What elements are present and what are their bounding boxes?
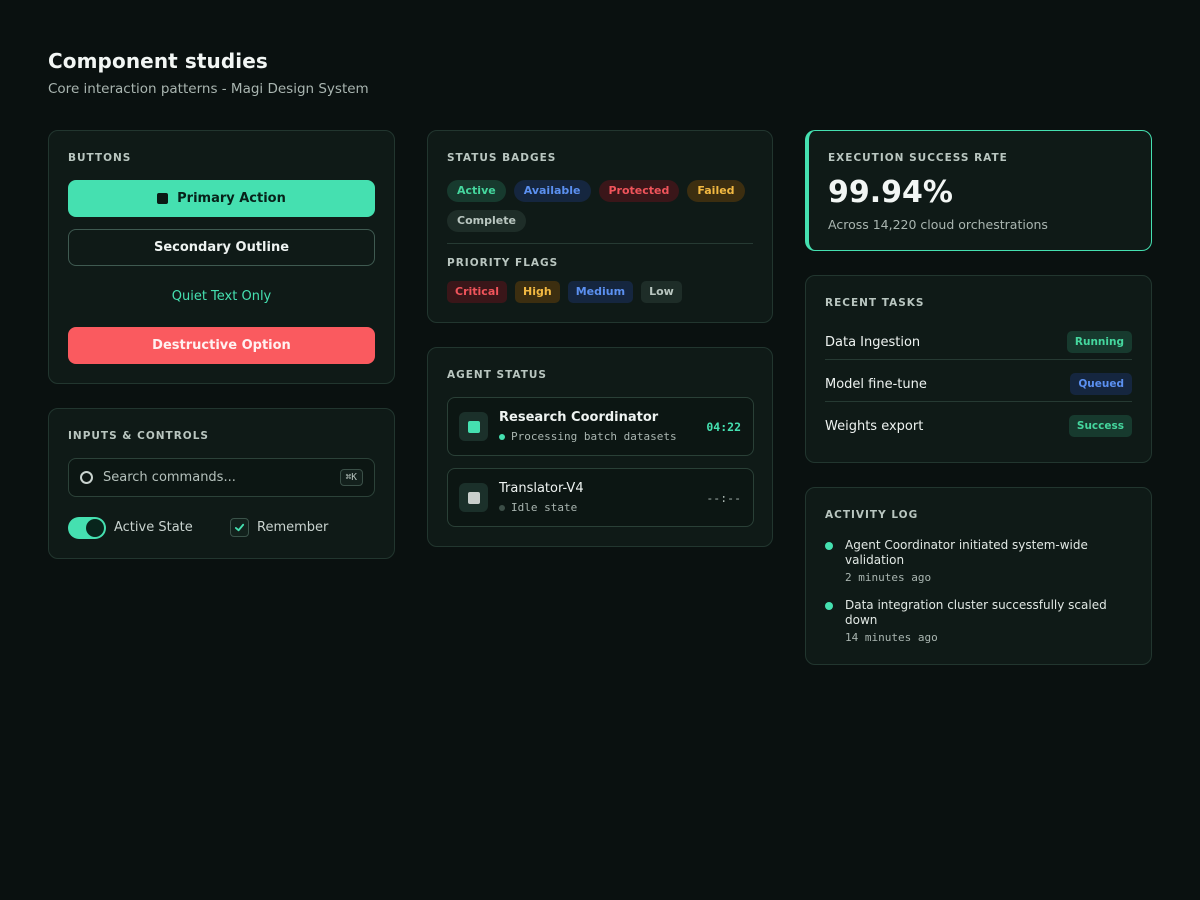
search-placeholder: Search commands... (103, 470, 236, 485)
status-badge: Success (1068, 415, 1132, 437)
task-row[interactable]: Data Ingestion Running (825, 321, 1132, 363)
toggle-label: Active State (114, 520, 193, 535)
divider (825, 359, 1132, 360)
status-dot (499, 433, 505, 440)
agent-status-text: Idle state (499, 501, 577, 514)
search-icon (80, 471, 93, 484)
task-name: Data Ingestion (825, 334, 921, 350)
stop-icon (157, 193, 169, 204)
recent-tasks-card: RECENT TASKS Data Ingestion Running Mode… (805, 275, 1152, 463)
status-badge-complete: Complete (447, 210, 526, 232)
divider (447, 243, 753, 244)
destructive-button[interactable]: Destructive Option (68, 327, 375, 364)
divider (825, 401, 1132, 402)
agent-item[interactable]: Research Coordinator Processing batch da… (447, 397, 754, 456)
agent-icon (459, 412, 488, 441)
log-time: 14 minutes ago (845, 631, 938, 644)
card-label: AGENT STATUS (447, 369, 547, 381)
activity-log-card: ACTIVITY LOG Agent Coordinator initiated… (805, 487, 1152, 665)
card-label: STATUS BADGES (447, 152, 557, 164)
agent-timer: --:-- (706, 491, 741, 505)
status-badge-available: Available (513, 180, 591, 202)
checkbox-label: Remember (257, 520, 329, 535)
agent-icon (459, 483, 488, 512)
active-state-toggle[interactable] (68, 517, 106, 539)
agent-status-text: Processing batch datasets (499, 430, 677, 443)
card-label: EXECUTION SUCCESS RATE (828, 152, 1008, 164)
inputs-card: INPUTS & CONTROLS Search commands... ⌘K … (48, 408, 395, 559)
shortcut-badge: ⌘K (339, 469, 363, 486)
status-badge-failed: Failed (687, 180, 745, 202)
status-badges-card: STATUS BADGES Active Available Protected… (427, 130, 773, 323)
agent-status-card: AGENT STATUS Research Coordinator Proces… (427, 347, 773, 547)
flag-list: Critical High Medium Low (447, 281, 757, 303)
agent-name: Translator-V4 (499, 481, 584, 496)
badge-list: Active Available Protected Failed Comple… (447, 180, 757, 232)
buttons-card: BUTTONS Primary Action Secondary Outline… (48, 130, 395, 384)
primary-action-button[interactable]: Primary Action (68, 180, 375, 217)
card-label: BUTTONS (68, 152, 132, 164)
status-badge-active: Active (447, 180, 506, 202)
task-row[interactable]: Weights export Success (825, 405, 1132, 447)
task-row[interactable]: Model fine-tune Queued (825, 363, 1132, 405)
metric-caption: Across 14,220 cloud orchestrations (828, 217, 1048, 232)
status-badge: Queued (1070, 373, 1132, 395)
card-label: ACTIVITY LOG (825, 509, 919, 521)
priority-flag-medium: Medium (567, 281, 634, 303)
secondary-outline-button[interactable]: Secondary Outline (68, 229, 375, 266)
card-label: RECENT TASKS (825, 297, 925, 309)
metric-value: 99.94% (828, 175, 953, 210)
primary-action-label: Primary Action (177, 191, 286, 206)
flags-label: PRIORITY FLAGS (447, 257, 559, 269)
agent-timer: 04:22 (706, 420, 741, 434)
success-rate-card: EXECUTION SUCCESS RATE 99.94% Across 14,… (805, 130, 1152, 251)
page-subtitle: Core interaction patterns - Magi Design … (48, 81, 369, 97)
priority-flag-low: Low (641, 281, 682, 303)
check-icon (234, 523, 245, 532)
log-text: Agent Coordinator initiated system-wide … (845, 538, 1088, 567)
task-name: Weights export (825, 418, 924, 434)
search-input[interactable]: Search commands... ⌘K (68, 458, 375, 497)
status-dot (499, 504, 505, 511)
status-badge-protected: Protected (598, 180, 680, 202)
log-time: 2 minutes ago (845, 571, 932, 584)
task-name: Model fine-tune (825, 376, 927, 392)
remember-checkbox[interactable] (230, 518, 249, 537)
log-dot (825, 602, 833, 610)
agent-name: Research Coordinator (499, 410, 659, 425)
agent-item[interactable]: Translator-V4 Idle state --:-- (447, 468, 754, 527)
status-badge: Running (1066, 331, 1132, 353)
toggle-knob (86, 519, 104, 537)
card-label: INPUTS & CONTROLS (68, 430, 209, 442)
priority-flag-critical: Critical (447, 281, 508, 303)
log-text: Data integration cluster successfully sc… (845, 598, 1107, 627)
log-dot (825, 542, 833, 550)
page-title: Component studies (48, 49, 268, 73)
quiet-text-button[interactable]: Quiet Text Only (68, 278, 375, 315)
priority-flag-high: High (515, 281, 560, 303)
